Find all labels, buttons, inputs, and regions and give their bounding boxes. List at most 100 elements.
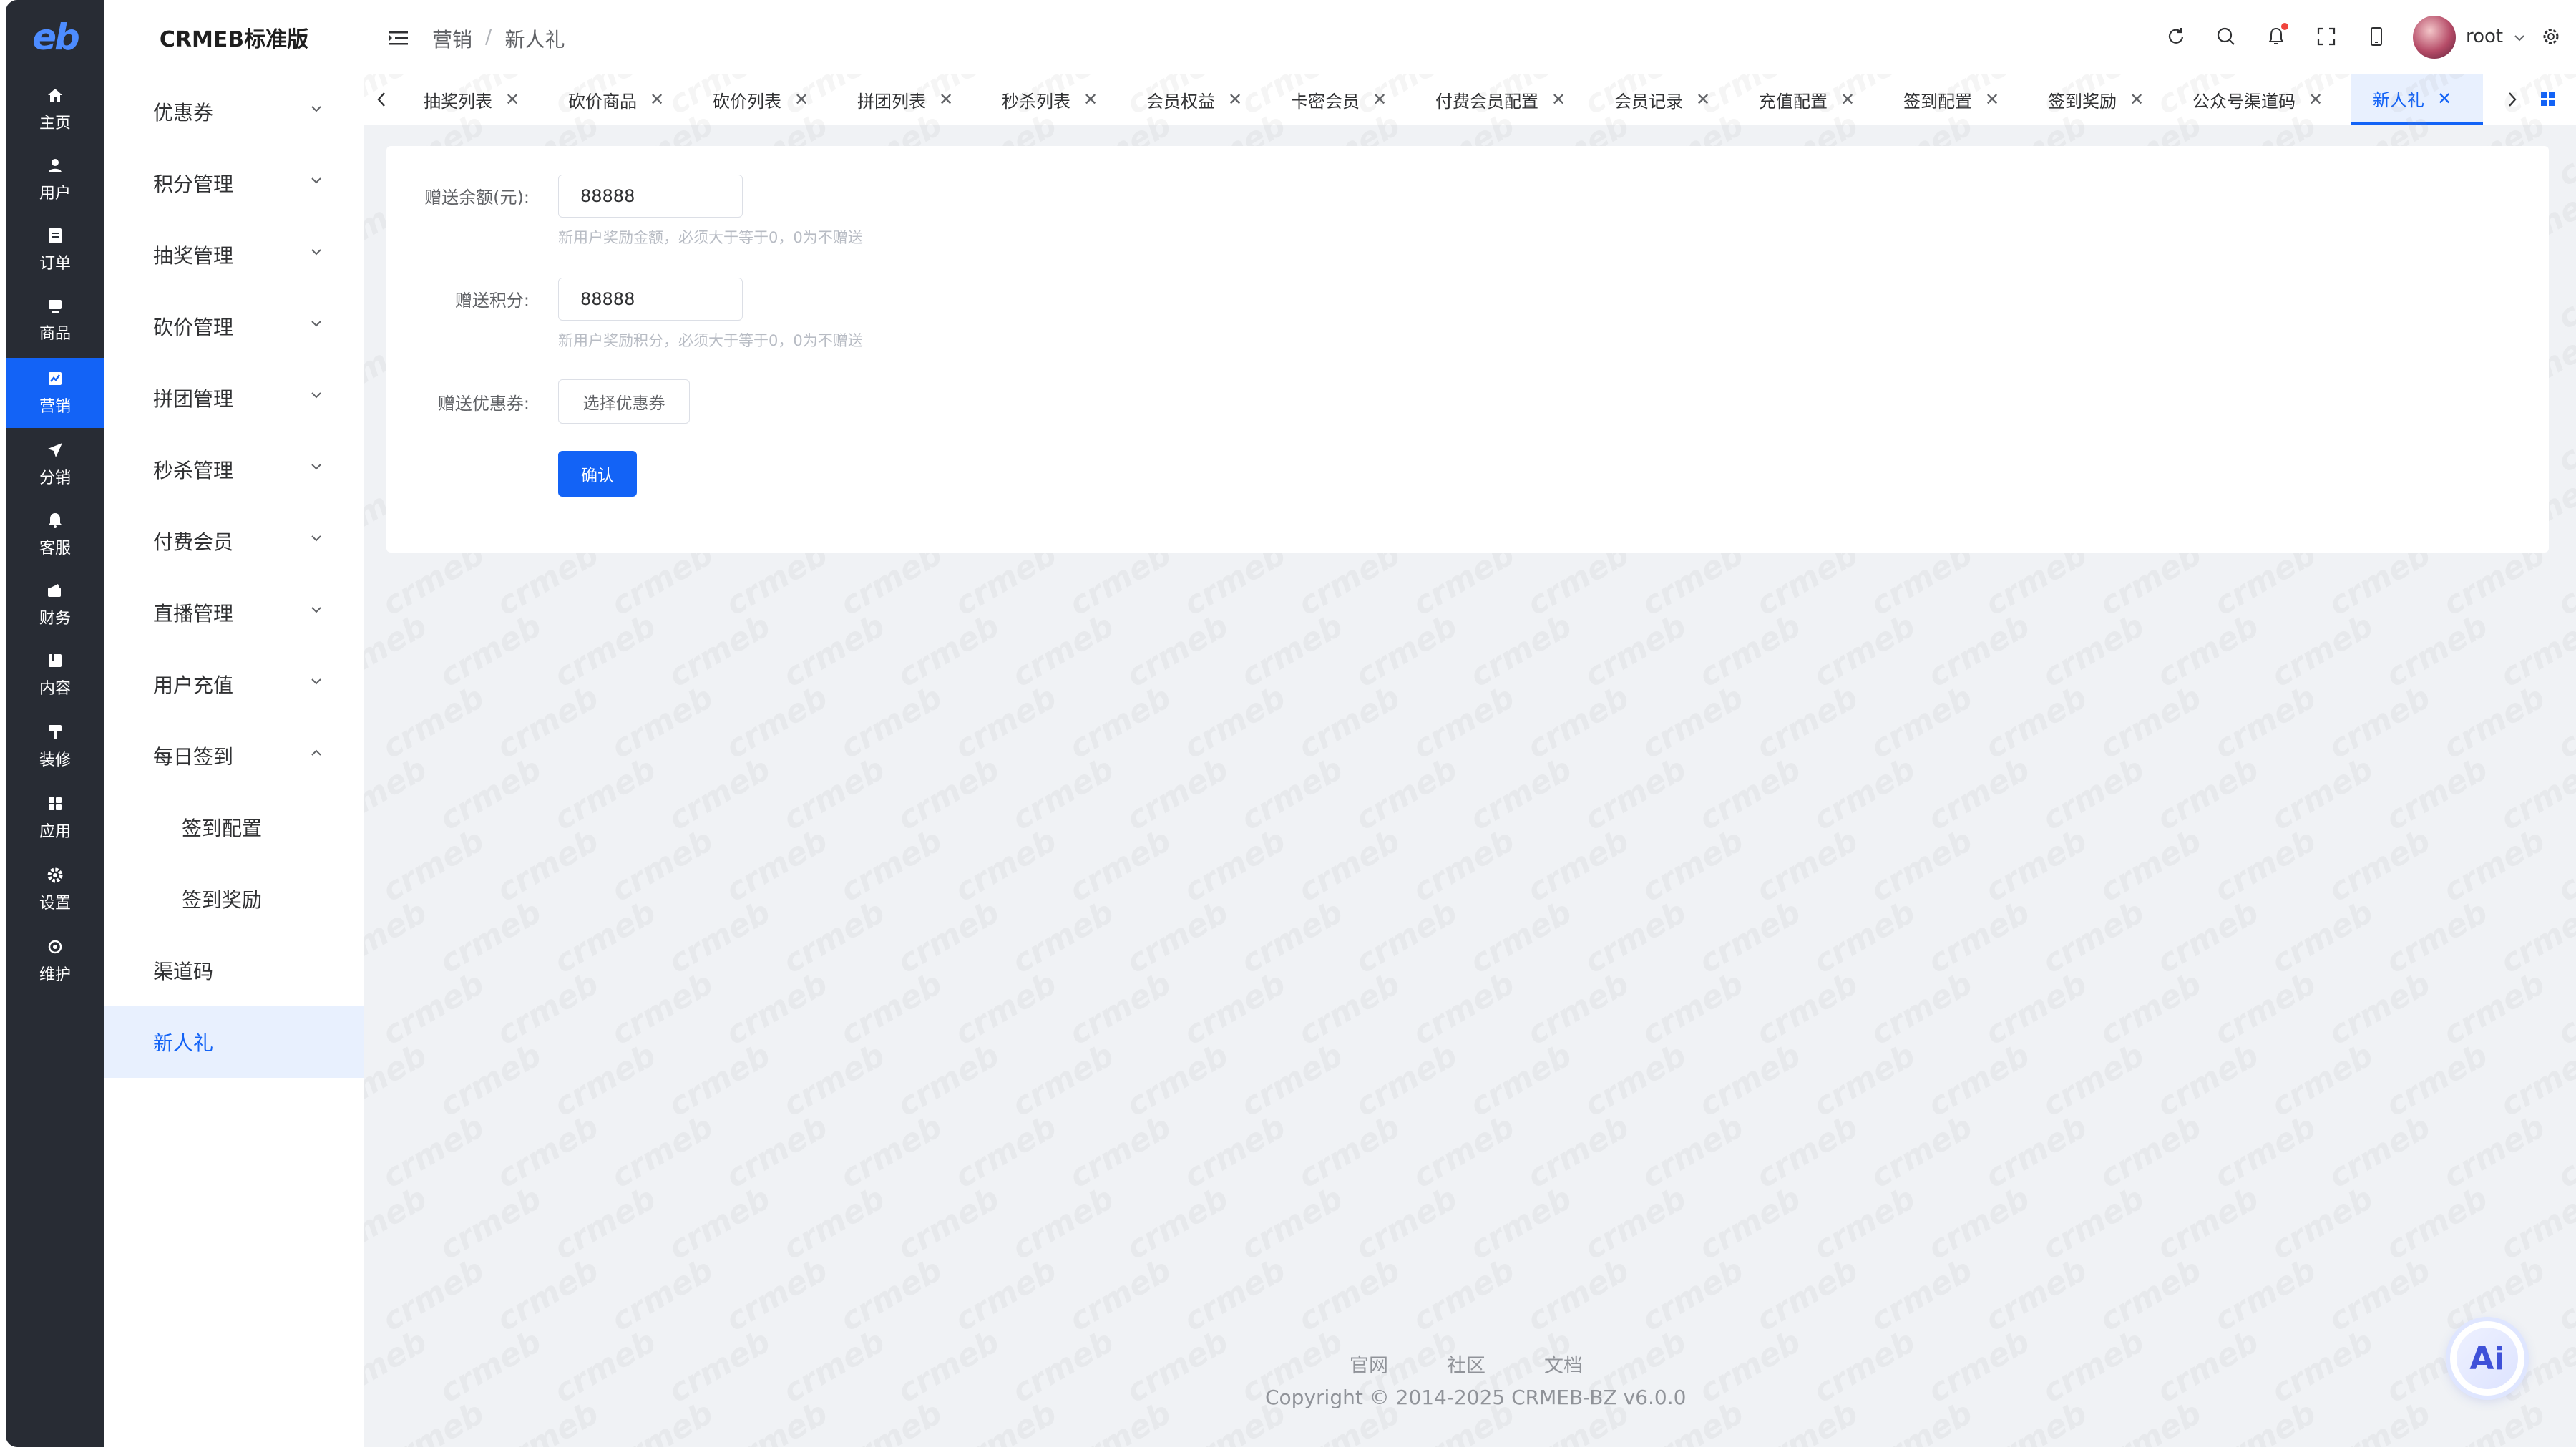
subnav-item-channel-code[interactable]: 渠道码 — [104, 935, 364, 1006]
close-icon[interactable]: ✕ — [650, 89, 664, 110]
subnav-label: 抽奖管理 — [153, 244, 234, 268]
tab-mp-channel-code[interactable]: 公众号渠道码 ✕ — [2192, 74, 2323, 125]
subnav-item-bargain[interactable]: 砍价管理 — [104, 291, 364, 362]
subnav-label: 每日签到 — [153, 745, 234, 769]
select-coupon-button[interactable]: 选择优惠券 — [558, 379, 690, 424]
tab-checkin-reward[interactable]: 签到奖励 ✕ — [2048, 74, 2144, 125]
close-icon[interactable]: ✕ — [2129, 89, 2144, 110]
chevron-right-icon[interactable] — [2503, 89, 2522, 110]
rail-label: 装修 — [39, 751, 71, 769]
close-icon[interactable]: ✕ — [939, 89, 953, 110]
close-icon[interactable]: ✕ — [2437, 89, 2451, 109]
subnav-label: 签到配置 — [182, 817, 263, 840]
rail-item-home[interactable]: 主页 — [6, 74, 104, 145]
mobile-icon[interactable] — [2364, 24, 2389, 49]
marketing-icon — [46, 369, 64, 388]
close-icon[interactable]: ✕ — [1083, 89, 1098, 110]
footer-link-docs[interactable]: 文档 — [1544, 1350, 1583, 1378]
balance-input[interactable] — [558, 175, 743, 218]
tab-newcomer-gift[interactable]: 新人礼 ✕ — [2351, 74, 2484, 125]
rail-item-distribution[interactable]: 分销 — [6, 429, 104, 500]
footer-link-official[interactable]: 官网 — [1350, 1350, 1388, 1378]
tab-recharge-config[interactable]: 充值配置 ✕ — [1759, 74, 1855, 125]
subnav-item-live[interactable]: 直播管理 — [104, 577, 364, 648]
subnav-label: 优惠券 — [153, 101, 214, 125]
confirm-button[interactable]: 确认 — [558, 451, 637, 497]
tab-group-list[interactable]: 拼团列表 ✕ — [857, 74, 953, 125]
tab-bargain-list[interactable]: 砍价列表 ✕ — [713, 74, 809, 125]
close-icon[interactable]: ✕ — [1696, 89, 1710, 110]
rail-item-maintenance[interactable]: 维护 — [6, 926, 104, 996]
rail-label: 维护 — [39, 966, 71, 984]
subnav-item-points[interactable]: 积分管理 — [104, 147, 364, 219]
tab-card-member[interactable]: 卡密会员 ✕ — [1291, 74, 1387, 125]
subnav-item-daily-checkin[interactable]: 每日签到 — [104, 720, 364, 792]
tab-lottery-list[interactable]: 抽奖列表 ✕ — [424, 74, 519, 125]
tab-paid-member-config[interactable]: 付费会员配置 ✕ — [1435, 74, 1566, 125]
close-icon[interactable]: ✕ — [505, 89, 519, 110]
tab-bargain-goods[interactable]: 砍价商品 ✕ — [568, 74, 664, 125]
balance-help: 新用户奖励金额，必须大于等于0，0为不赠送 — [558, 229, 863, 246]
rail-label: 主页 — [39, 115, 71, 132]
decoration-icon — [46, 723, 64, 741]
chevron-down-icon[interactable] — [2512, 30, 2527, 46]
refresh-icon[interactable] — [2164, 24, 2188, 49]
points-input[interactable] — [558, 278, 743, 321]
close-icon[interactable]: ✕ — [2308, 89, 2323, 110]
close-icon[interactable]: ✕ — [1228, 89, 1242, 110]
bell-icon[interactable] — [2264, 23, 2288, 49]
menu-collapse-icon[interactable] — [388, 27, 409, 49]
avatar[interactable] — [2413, 16, 2456, 59]
subnav-label: 用户充值 — [153, 673, 234, 697]
search-icon[interactable] — [2214, 24, 2238, 49]
rail-label: 财务 — [39, 610, 71, 628]
tab-label: 公众号渠道码 — [2192, 91, 2296, 112]
subnav-item-checkin-config[interactable]: 签到配置 — [104, 792, 364, 863]
tab-flash-list[interactable]: 秒杀列表 ✕ — [1002, 74, 1098, 125]
subnav-item-checkin-reward[interactable]: 签到奖励 — [104, 863, 364, 935]
close-icon[interactable]: ✕ — [1985, 89, 1999, 110]
rail-item-user[interactable]: 用户 — [6, 145, 104, 215]
subnav-item-lottery[interactable]: 抽奖管理 — [104, 219, 364, 291]
rail-label: 营销 — [39, 398, 71, 416]
subnav-item-newcomer-gift[interactable]: 新人礼 — [104, 1006, 364, 1078]
brand-title: CRMEB标准版 — [159, 27, 309, 52]
subnav-item-paid-member[interactable]: 付费会员 — [104, 505, 364, 577]
chevron-left-icon[interactable] — [372, 89, 391, 110]
home-icon — [46, 86, 64, 104]
rail-item-decoration[interactable]: 装修 — [6, 711, 104, 782]
close-icon[interactable]: ✕ — [794, 89, 809, 110]
tab-member-rights[interactable]: 会员权益 ✕ — [1146, 74, 1242, 125]
fullscreen-icon[interactable] — [2314, 24, 2338, 49]
rail-item-service[interactable]: 客服 — [6, 500, 104, 570]
subnav-item-coupons[interactable]: 优惠券 — [104, 76, 364, 147]
rail-item-order[interactable]: 订单 — [6, 215, 104, 285]
tab-member-records[interactable]: 会员记录 ✕ — [1614, 74, 1710, 125]
ai-assistant-button[interactable]: Ai — [2450, 1321, 2524, 1396]
rail-item-finance[interactable]: 财务 — [6, 570, 104, 640]
subnav-item-group-buy[interactable]: 拼团管理 — [104, 362, 364, 434]
close-icon[interactable]: ✕ — [1372, 89, 1387, 110]
gear-icon[interactable] — [2539, 24, 2563, 49]
rail-item-content[interactable]: 内容 — [6, 640, 104, 710]
rail-item-marketing[interactable]: 营销 — [6, 358, 104, 428]
tabs-menu-icon[interactable] — [2539, 90, 2557, 109]
rail-item-settings[interactable]: 设置 — [6, 855, 104, 925]
tab-label: 卡密会员 — [1291, 91, 1360, 112]
tab-label: 付费会员配置 — [1435, 91, 1538, 112]
finance-icon — [46, 581, 64, 600]
close-icon[interactable]: ✕ — [1840, 89, 1855, 110]
subnav-item-recharge[interactable]: 用户充值 — [104, 648, 364, 720]
rail-item-goods[interactable]: 商品 — [6, 285, 104, 355]
breadcrumb: 营销 / 新人礼 — [432, 24, 565, 53]
breadcrumb-item[interactable]: 营销 — [432, 24, 472, 53]
app-logo[interactable]: eb — [6, 0, 104, 74]
footer-link-community[interactable]: 社区 — [1447, 1350, 1485, 1378]
tab-checkin-config[interactable]: 签到配置 ✕ — [1903, 74, 1999, 125]
chevron-down-icon — [311, 321, 321, 327]
close-icon[interactable]: ✕ — [1551, 89, 1566, 110]
rail-item-apps[interactable]: 应用 — [6, 783, 104, 853]
subnav-item-flash-sale[interactable]: 秒杀管理 — [104, 434, 364, 505]
main-nav-rail: eb 主页 用户 订单 商品 营销 分销 客服 财务 内容 装修 应用 设置 维… — [6, 0, 104, 1447]
username[interactable]: root — [2466, 26, 2503, 47]
